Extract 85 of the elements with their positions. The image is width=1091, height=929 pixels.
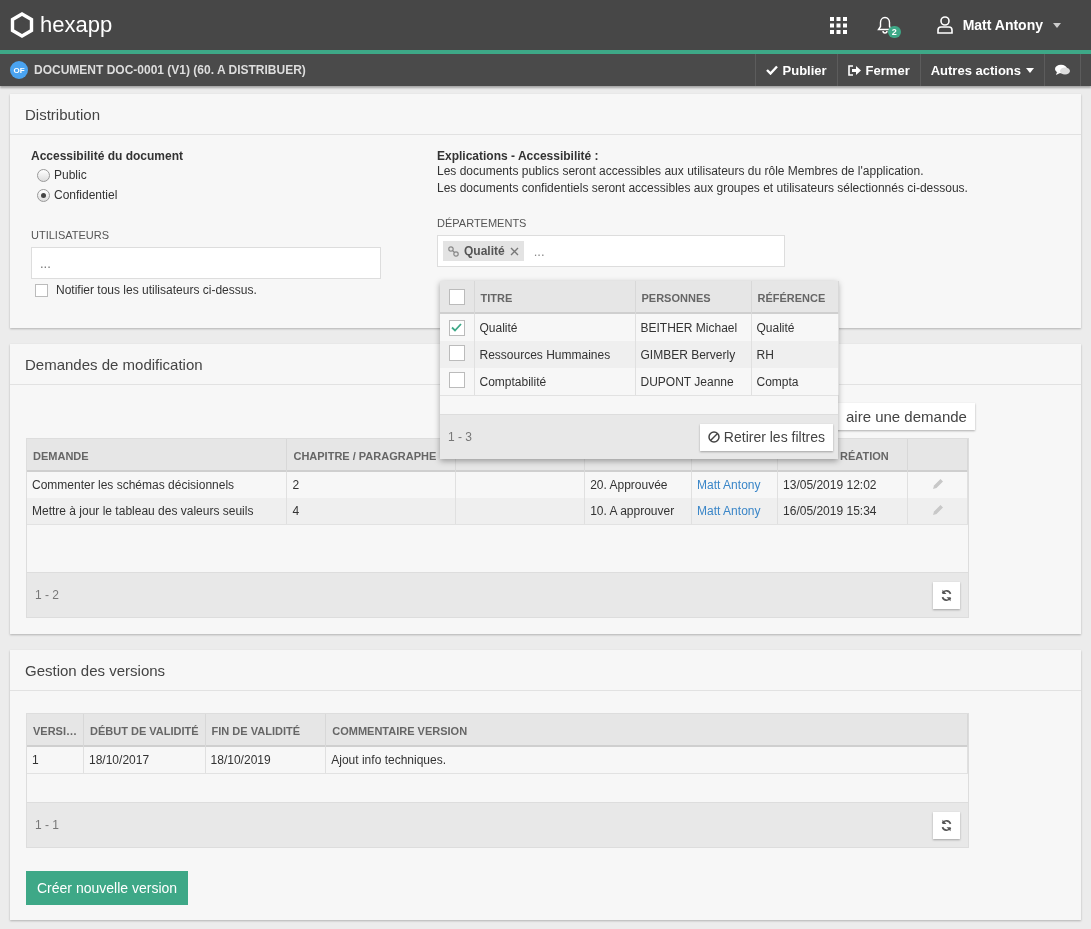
table-cell: Compta: [756, 374, 799, 389]
caret-icon: [1026, 67, 1034, 73]
check-icon: [765, 65, 778, 75]
row-count: 1 - 3: [448, 430, 472, 444]
placeholder-text: ...: [533, 243, 545, 259]
caret-icon: [1053, 22, 1061, 28]
row-count: 1 - 1: [35, 818, 59, 832]
apps-grid-icon[interactable]: [829, 16, 847, 34]
section-title: Distribution: [25, 105, 101, 123]
departments-input-field[interactable]: Qualité ...: [437, 235, 785, 267]
table-cell: Qualité: [756, 320, 795, 335]
refresh-icon: [940, 818, 953, 832]
section-title: Demandes de modification: [25, 355, 203, 373]
column-header: FIN DE VALIDITÉ: [211, 724, 300, 737]
refresh-icon: [940, 588, 953, 602]
column-header: CHAPITRE / PARAGRAPHE: [293, 449, 437, 462]
table-cell: Commenter les schémas décisionnels: [32, 478, 235, 492]
exit-icon: [847, 64, 861, 76]
radio-button[interactable]: [37, 188, 50, 202]
document-title: DOCUMENT DOC-0001 (V1) (60. A DISTRIBUER): [34, 63, 307, 77]
checkbox[interactable]: [35, 283, 48, 297]
checkbox[interactable]: [448, 345, 465, 361]
table-cell: 10. A approuver: [590, 504, 675, 518]
remove-icon[interactable]: [509, 246, 519, 256]
table-cell: Comptabilité: [479, 374, 547, 389]
checkbox[interactable]: [448, 372, 465, 388]
table-cell: 1: [32, 753, 39, 767]
field-label: UTILISATEURS: [31, 229, 111, 241]
actions-menu-button[interactable]: Autres actions: [919, 54, 1044, 86]
explanation-title: Explications - Accessibilité :: [437, 149, 600, 163]
table-cell: Mettre à jour le tableau des valeurs seuils: [32, 504, 254, 518]
bell-icon[interactable]: [876, 16, 893, 34]
table-cell: 18/10/2017: [89, 753, 150, 767]
column-header: TITRE: [480, 291, 513, 304]
ban-icon: [707, 431, 720, 443]
action-button[interactable]: Publier: [754, 54, 837, 86]
column-header: DÉBUT DE VALIDITÉ: [90, 724, 199, 737]
table-cell: BEITHER Michael: [640, 320, 738, 335]
pencil-icon[interactable]: [931, 477, 944, 490]
chat-icon: [1055, 64, 1070, 76]
action-button[interactable]: Fermer: [836, 54, 920, 86]
refresh-button[interactable]: [933, 581, 960, 609]
table-cell: RH: [756, 347, 774, 362]
field-label: DÉPARTEMENTS: [437, 217, 528, 229]
checkbox[interactable]: [448, 288, 465, 305]
radio-label: Confidentiel: [54, 188, 118, 202]
table-cell: 16/05/2019 15:34: [783, 504, 877, 518]
user-icon: [936, 16, 953, 34]
user-link[interactable]: Matt Antony: [697, 478, 761, 492]
hexagon-logo-icon: [10, 12, 34, 38]
table-cell: GIMBER Berverly: [640, 347, 736, 362]
table-cell: 4: [292, 504, 300, 518]
table-cell: 20. Approuvée: [590, 478, 668, 492]
app-logo-text: hexapp: [40, 12, 113, 38]
users-input-field[interactable]: ...: [31, 247, 381, 279]
user-name[interactable]: Matt Antony: [962, 17, 1043, 33]
section-title: Gestion des versions: [25, 661, 166, 679]
table-cell: Qualité: [479, 320, 518, 335]
column-header: COMMENTAIRE VERSION: [332, 724, 468, 737]
refresh-button[interactable]: [933, 811, 960, 839]
department-tag: Qualité: [443, 241, 524, 261]
checkbox-label: Notifier tous les utilisateurs ci-dessus.: [56, 283, 257, 297]
column-header: VERSI…: [33, 724, 77, 737]
column-header: RÉFÉRENCE: [757, 291, 826, 304]
clear-filters-button[interactable]: Retirer les filtres: [699, 423, 833, 451]
radio-label: Public: [54, 168, 87, 182]
radio-button[interactable]: [37, 168, 50, 182]
table-cell: 18/10/2019: [210, 753, 271, 767]
table-cell: 2: [292, 478, 300, 492]
column-header: PERSONNES: [641, 291, 711, 304]
column-header: RÉATION: [840, 449, 889, 462]
link-icon: [448, 245, 459, 257]
explanation-text: Les documents publics seront accessibles aux utilisateurs du rôle Membres de l'application.: [437, 163, 925, 180]
table-cell: Ressources Hummaines: [479, 347, 611, 362]
document-badge: OF: [10, 61, 28, 79]
table-cell: Ajout info techniques.: [331, 753, 446, 767]
column-header: DEMANDE: [33, 449, 89, 462]
row-count: 1 - 2: [35, 588, 59, 602]
explanation-text: Les documents confidentiels seront accessibles aux groupes et utilisateurs sélectionnés ci-dessous.: [437, 180, 969, 197]
chat-button[interactable]: [1044, 54, 1081, 86]
checkbox[interactable]: [448, 319, 465, 336]
table-cell: 13/05/2019 12:02: [783, 478, 877, 492]
table-cell: DUPONT Jeanne: [640, 374, 734, 389]
notification-badge: 2: [887, 26, 901, 38]
field-label: Accessibilité du document: [31, 149, 185, 163]
